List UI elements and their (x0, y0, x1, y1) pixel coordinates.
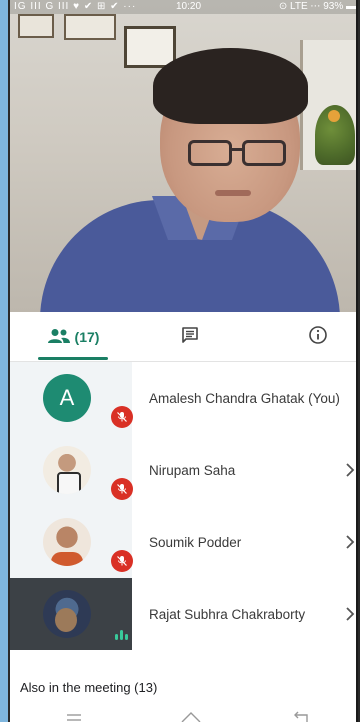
home-icon[interactable] (180, 710, 202, 722)
mic-off-icon (111, 478, 133, 500)
info-icon (308, 325, 328, 350)
wall-frame (124, 26, 176, 68)
avatar (43, 518, 91, 566)
speaker-glasses (242, 140, 286, 166)
avatar (43, 590, 91, 638)
main-video-feed[interactable]: IG III G III ♥ ✔ ⊞ ✔ ··· 10:20 ⊙ LTE ⋯ 9… (10, 0, 358, 312)
speaking-indicator-icon (111, 624, 131, 640)
tab-chat[interactable] (160, 312, 220, 362)
also-in-meeting-header: Also in the meeting (13) (20, 680, 158, 695)
participant-name: Rajat Subhra Chakraborty (149, 606, 306, 622)
chevron-right-icon[interactable] (344, 604, 356, 624)
device-edge (356, 0, 358, 722)
meeting-tabs: (17) (10, 312, 358, 362)
avatar: A (43, 374, 91, 422)
tab-info[interactable] (288, 312, 348, 362)
status-time: 10:20 (176, 1, 202, 12)
mic-off-icon (111, 550, 133, 572)
speaker-mouth (215, 190, 251, 196)
chat-icon (180, 325, 200, 350)
participant-count: (17) (74, 329, 100, 345)
phone-screen: IG III G III ♥ ✔ ⊞ ✔ ··· 10:20 ⊙ LTE ⋯ 9… (8, 0, 360, 722)
status-bar: IG III G III ♥ ✔ ⊞ ✔ ··· 10:20 ⊙ LTE ⋯ 9… (10, 0, 358, 14)
active-tab-indicator (38, 357, 108, 360)
participant-row[interactable]: Nirupam Saha (10, 434, 358, 506)
wall-frame (18, 14, 54, 38)
back-icon[interactable] (293, 710, 311, 722)
speaker-hair (153, 48, 308, 124)
status-icons-right: ⊙ LTE ⋯ 93% ▬ (278, 1, 356, 12)
speaker-glasses (188, 140, 232, 166)
device-bezel (0, 0, 8, 722)
participant-name: Amalesh Chandra Ghatak (You) (149, 390, 340, 406)
people-icon (47, 328, 71, 347)
avatar (43, 446, 91, 494)
status-icons-left: IG III G III ♥ ✔ ⊞ ✔ ··· (14, 1, 137, 12)
mic-off-icon (111, 406, 133, 428)
chevron-right-icon[interactable] (344, 532, 356, 552)
background-flower (328, 110, 340, 122)
participant-row[interactable]: Rajat Subhra Chakraborty (10, 578, 358, 650)
tab-people[interactable]: (17) (24, 312, 122, 362)
menu-icon[interactable] (66, 710, 82, 722)
participant-name: Soumik Podder (149, 534, 242, 550)
participant-name: Nirupam Saha (149, 462, 236, 478)
speaker-glasses (232, 148, 242, 151)
participant-row[interactable]: Soumik Podder (10, 506, 358, 578)
system-nav-bar (10, 706, 358, 722)
wall-frame (64, 14, 116, 40)
participant-row[interactable]: A Amalesh Chandra Ghatak (You) (10, 362, 358, 434)
participant-list: A Amalesh Chandra Ghatak (You) Nirupam S… (10, 362, 358, 650)
chevron-right-icon[interactable] (344, 460, 356, 480)
